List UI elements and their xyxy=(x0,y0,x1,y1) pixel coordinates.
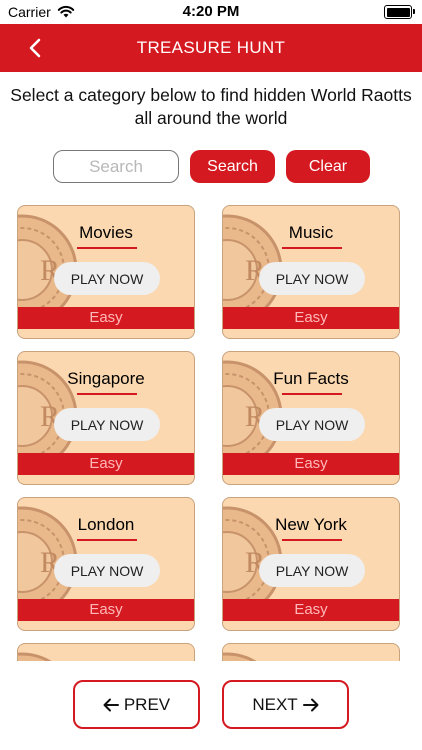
battery-icon xyxy=(384,5,415,19)
status-bar: Carrier 4:20 PM xyxy=(0,0,422,24)
clear-button[interactable]: Clear xyxy=(286,150,370,183)
category-card[interactable]: R London PLAY NOW Easy xyxy=(17,497,195,631)
page-title: TREASURE HUNT xyxy=(136,38,286,57)
nav-bar: TREASURE HUNT xyxy=(0,24,422,72)
play-now-button[interactable]: PLAY NOW xyxy=(54,262,160,295)
category-card[interactable]: R Singapore PLAY NOW Easy xyxy=(17,351,195,485)
coin-icon xyxy=(223,652,257,661)
category-underline xyxy=(77,539,137,541)
play-now-button[interactable]: PLAY NOW xyxy=(54,554,160,587)
play-now-button[interactable]: PLAY NOW xyxy=(259,262,365,295)
category-card[interactable] xyxy=(222,643,400,661)
category-name: New York xyxy=(275,515,347,534)
category-name: Music xyxy=(288,223,334,242)
clock: 4:20 PM xyxy=(182,3,240,20)
search-input[interactable] xyxy=(53,150,179,183)
category-underline xyxy=(282,393,342,395)
category-grid: R Movies PLAY NOW Easy R Music PLAY NOW … xyxy=(0,196,422,661)
difficulty-badge: Easy xyxy=(223,599,399,621)
difficulty-badge: Easy xyxy=(18,307,194,329)
prev-button[interactable]: PREV xyxy=(73,680,200,729)
difficulty-badge: Easy xyxy=(223,307,399,329)
prev-label: PREV xyxy=(123,694,171,714)
next-label: NEXT xyxy=(252,694,298,714)
category-card[interactable]: R Movies PLAY NOW Easy xyxy=(17,205,195,339)
category-name: London xyxy=(77,515,135,534)
play-now-button[interactable]: PLAY NOW xyxy=(259,408,365,441)
play-now-button[interactable]: PLAY NOW xyxy=(259,554,365,587)
play-now-button[interactable]: PLAY NOW xyxy=(54,408,160,441)
difficulty-badge: Easy xyxy=(18,453,194,475)
coin-icon xyxy=(18,652,52,661)
category-card[interactable]: R New York PLAY NOW Easy xyxy=(222,497,400,631)
category-underline xyxy=(282,247,342,249)
difficulty-badge: Easy xyxy=(18,599,194,621)
category-name: Singapore xyxy=(67,369,145,388)
category-card[interactable]: R Music PLAY NOW Easy xyxy=(222,205,400,339)
search-button[interactable]: Search xyxy=(190,150,275,183)
category-name: Fun Facts xyxy=(273,369,349,388)
category-card[interactable]: R Fun Facts PLAY NOW Easy xyxy=(222,351,400,485)
category-name: Movies xyxy=(79,223,133,242)
category-underline xyxy=(77,393,137,395)
next-button[interactable]: NEXT xyxy=(222,680,349,729)
arrow-left-icon xyxy=(103,698,119,711)
arrow-right-icon xyxy=(302,698,319,711)
category-card[interactable] xyxy=(17,643,195,661)
difficulty-badge: Easy xyxy=(223,453,399,475)
category-underline xyxy=(77,247,137,249)
category-underline xyxy=(282,539,342,541)
intro-text: Select a category below to find hidden W… xyxy=(10,85,412,128)
